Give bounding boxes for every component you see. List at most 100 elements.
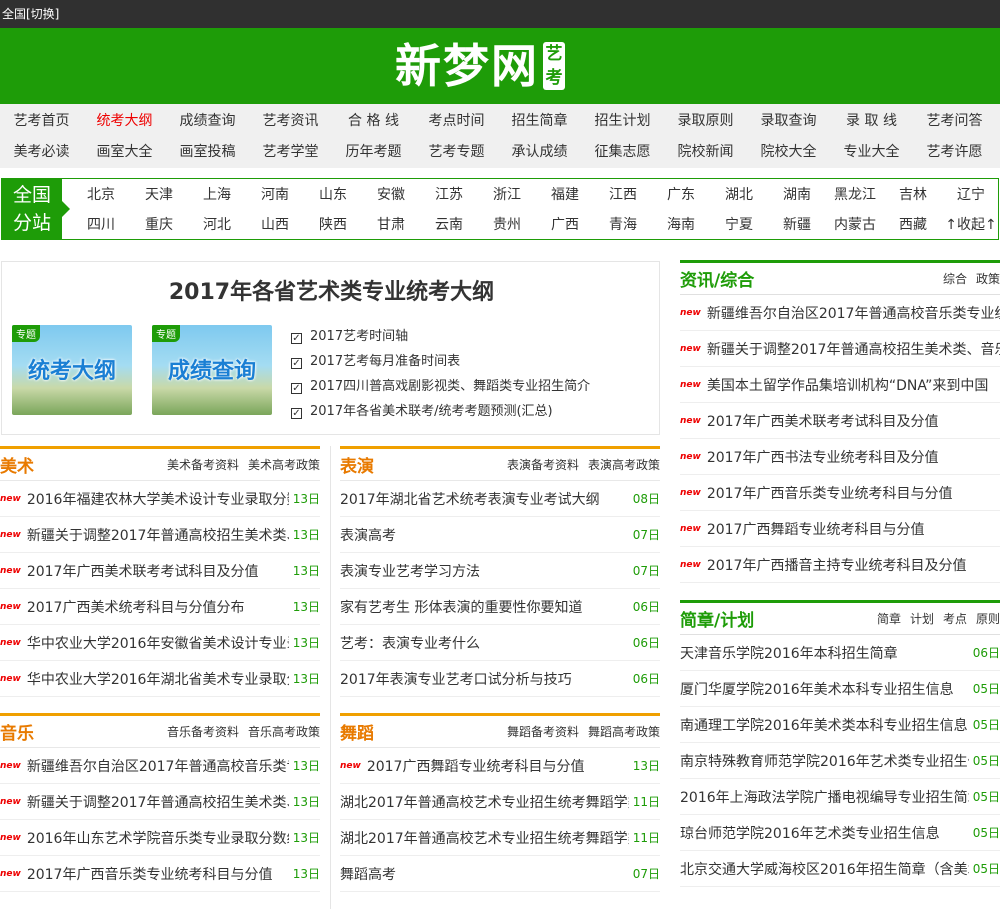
nav-link[interactable]: 历年考题 [332,141,415,161]
nav-link[interactable]: 艺考专题 [415,141,498,161]
station-link[interactable]: 四川 [72,214,130,234]
station-link[interactable]: 陕西 [304,214,362,234]
station-link[interactable]: 黑龙江 [826,184,884,204]
list-item[interactable]: 2016年上海政法学院广播电视编导专业招生简章 05日 [680,779,1000,815]
station-link[interactable]: 宁夏 [710,214,768,234]
nav-link[interactable]: 合 格 线 [332,110,415,130]
list-item[interactable]: new 2016年福建农林大学美术设计专业录取分数 13日 [0,481,320,517]
list-item[interactable]: new 2016年山东艺术学院音乐类专业录取分数线 13日 [0,820,320,856]
station-link[interactable]: 北京 [72,184,130,204]
station-link[interactable]: 吉林 [884,184,942,204]
station-link[interactable]: 内蒙古 [826,214,884,234]
site-logo[interactable]: 新梦网 艺考 [395,36,565,96]
station-link[interactable]: 青海 [594,214,652,234]
list-item[interactable]: 南京特殊教育师范学院2016年艺术类专业招生信 05日 [680,743,1000,779]
nav-link[interactable]: 承认成绩 [498,141,581,161]
list-item[interactable]: new 新疆维吾尔自治区2017年普通高校音乐类专业统 [680,295,1000,331]
list-item[interactable]: new 2017年广西美术联考考试科目及分值 13日 [0,553,320,589]
station-link[interactable]: 湖北 [710,184,768,204]
station-link[interactable]: 江苏 [420,184,478,204]
nav-link[interactable]: 艺考首页 [0,110,83,130]
section-title[interactable]: 资讯/综合 [680,266,754,291]
station-link[interactable]: 上海 [188,184,246,204]
nav-link[interactable]: 艺考许愿 [913,141,996,161]
nav-link[interactable]: 美考必读 [0,141,83,161]
list-item[interactable]: 湖北2017年普通高校艺术专业招生统考舞蹈学类 11日 [340,820,660,856]
nav-link[interactable]: 录取查询 [747,110,830,130]
list-item[interactable]: new 新疆关于调整2017年普通高校招生美术类、 13日 [0,517,320,553]
list-item[interactable]: 北京交通大学威海校区2016年招生简章（含美术 05日 [680,851,1000,887]
list-item[interactable]: new 华中农业大学2016年安徽省美术设计专业录 13日 [0,625,320,661]
feature-thumb-outline[interactable]: 专题 统考大纲 [12,325,132,415]
more-link[interactable]: 音乐高考政策 [248,725,320,739]
station-link[interactable]: 山西 [246,214,304,234]
feature-link[interactable]: ✓ 2017四川普高戏剧影视类、舞蹈类专业招生简介 [291,374,590,399]
section-title[interactable]: 表演 [340,452,374,477]
nav-link[interactable]: 招生简章 [498,110,581,130]
list-item[interactable]: 天津音乐学院2016年本科招生简章 06日 [680,635,1000,671]
section-title[interactable]: 美术 [0,452,34,477]
list-item[interactable]: new 2017广西舞蹈专业统考科目与分值 13日 [340,748,660,784]
station-link[interactable]: 海南 [652,214,710,234]
list-item[interactable]: new 2017年广西美术联考考试科目及分值 [680,403,1000,439]
more-link[interactable]: 舞蹈备考资料 [507,725,579,739]
station-link[interactable]: 福建 [536,184,594,204]
nav-link[interactable]: 艺考问答 [913,110,996,130]
nav-link[interactable]: 成绩查询 [166,110,249,130]
list-item[interactable]: new 美国本土留学作品集培训机构“DNA”来到中国 [680,367,1000,403]
list-item[interactable]: 南通理工学院2016年美术类本科专业招生信息 05日 [680,707,1000,743]
more-link[interactable]: 计划 [910,612,934,626]
station-link[interactable]: 广东 [652,184,710,204]
feature-link[interactable]: ✓ 2017艺考时间轴 [291,324,590,349]
list-item[interactable]: 艺考：表演专业考什么 06日 [340,625,660,661]
more-link[interactable]: 舞蹈高考政策 [588,725,660,739]
feature-link[interactable]: ✓ 2017年各省美术联考/统考考题预测(汇总) [291,399,590,424]
location-switch[interactable]: 全国[切换] [2,7,59,21]
nav-link[interactable]: 院校新闻 [664,141,747,161]
list-item[interactable]: 2017年湖北省艺术统考表演专业考试大纲 08日 [340,481,660,517]
list-item[interactable]: 家有艺考生 形体表演的重要性你要知道 06日 [340,589,660,625]
nav-link[interactable]: 院校大全 [747,141,830,161]
list-item[interactable]: new 新疆关于调整2017年普通高校招生美术类、音乐 [680,331,1000,367]
station-link[interactable]: 甘肃 [362,214,420,234]
more-link[interactable]: 简章 [877,612,901,626]
list-item[interactable]: new 新疆关于调整2017年普通高校招生美术类、 13日 [0,784,320,820]
list-item[interactable]: new 2017年广西播音主持专业统考科目及分值 [680,547,1000,583]
station-link[interactable]: 西藏 [884,214,942,234]
more-link[interactable]: 表演备考资料 [507,458,579,472]
more-link[interactable]: 美术备考资料 [167,458,239,472]
station-link[interactable]: 天津 [130,184,188,204]
more-link[interactable]: 考点 [943,612,967,626]
list-item[interactable]: new 2017年广西书法专业统考科目及分值 [680,439,1000,475]
station-link[interactable]: 新疆 [768,214,826,234]
section-title[interactable]: 音乐 [0,719,34,744]
station-link[interactable]: 安徽 [362,184,420,204]
nav-link[interactable]: 招生计划 [581,110,664,130]
list-item[interactable]: new 2017年广西音乐类专业统考科目与分值 13日 [0,856,320,892]
list-item[interactable]: 表演专业艺考学习方法 07日 [340,553,660,589]
station-link[interactable]: 重庆 [130,214,188,234]
list-item[interactable]: new 2017广西舞蹈专业统考科目与分值 [680,511,1000,547]
list-item[interactable]: new 2017年广西音乐类专业统考科目与分值 [680,475,1000,511]
station-link[interactable]: 江西 [594,184,652,204]
nav-link[interactable]: 艺考资讯 [249,110,332,130]
more-link[interactable]: 原则 [976,612,1000,626]
list-item[interactable]: new 新疆维吾尔自治区2017年普通高校音乐类专 13日 [0,748,320,784]
nav-link[interactable]: 画室大全 [83,141,166,161]
section-title[interactable]: 舞蹈 [340,719,374,744]
list-item[interactable]: 琼台师范学院2016年艺术类专业招生信息 05日 [680,815,1000,851]
station-link[interactable]: 浙江 [478,184,536,204]
list-item[interactable]: 湖北2017年普通高校艺术专业招生统考舞蹈学类 11日 [340,784,660,820]
feature-thumb-scores[interactable]: 专题 成绩查询 [152,325,272,415]
station-link[interactable]: ↑收起↑ [942,214,1000,234]
more-link[interactable]: 表演高考政策 [588,458,660,472]
section-title[interactable]: 简章/计划 [680,606,754,631]
nav-link[interactable]: 考点时间 [415,110,498,130]
station-link[interactable]: 河北 [188,214,246,234]
more-link[interactable]: 音乐备考资料 [167,725,239,739]
list-item[interactable]: 2017年表演专业艺考口试分析与技巧 06日 [340,661,660,697]
nav-link[interactable]: 专业大全 [830,141,913,161]
station-link[interactable]: 云南 [420,214,478,234]
list-item[interactable]: new 华中农业大学2016年湖北省美术专业录取分 13日 [0,661,320,697]
station-link[interactable]: 贵州 [478,214,536,234]
